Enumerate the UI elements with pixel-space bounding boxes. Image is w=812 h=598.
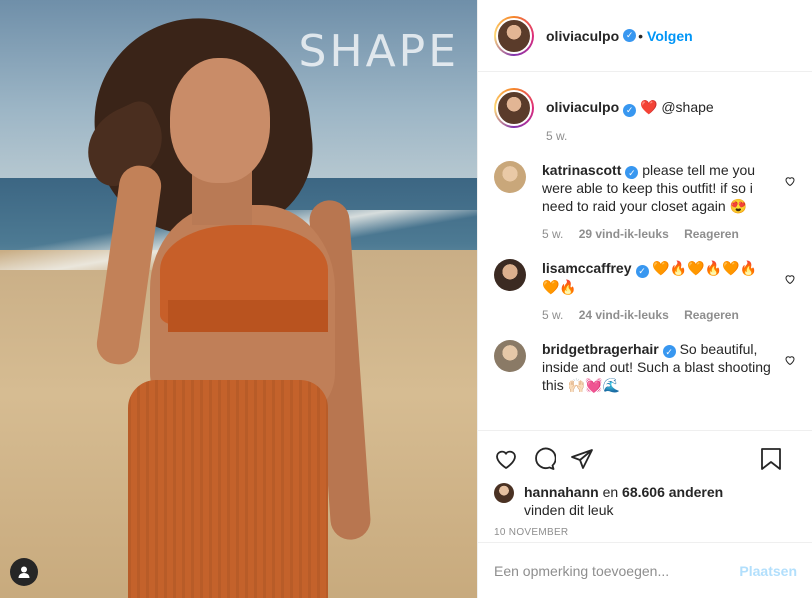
comment-icon[interactable] [532, 447, 556, 471]
comment-avatar[interactable] [494, 339, 526, 372]
post-image[interactable]: SHAPE [0, 0, 477, 598]
comment-avatar[interactable] [494, 160, 526, 193]
liker-username[interactable]: hannahann [524, 484, 599, 500]
instagram-post: SHAPE oliviaculpo ✓ • Volgen oliviaculpo… [0, 0, 812, 598]
comments-list[interactable]: oliviaculpo ✓ ❤️ @shape 5 w. katrinascott… [478, 72, 812, 430]
comment-time[interactable]: 5 w. [542, 308, 563, 322]
reply-button[interactable]: Reageren [684, 308, 739, 322]
comment-meta: 5 w. 24 vind-ik-leuks Reageren [542, 306, 772, 324]
figure-bralette-band [168, 300, 328, 332]
likes-count[interactable]: 68.606 anderen [622, 484, 723, 500]
user-tag-icon[interactable] [10, 558, 38, 586]
comment-username[interactable]: bridgetbragerhair [542, 341, 659, 357]
author-username[interactable]: oliviaculpo [546, 28, 619, 44]
comment-item: katrinascott ✓ please tell me you were ab… [494, 160, 796, 244]
comment-heart-icon[interactable] [784, 354, 796, 366]
caption-time[interactable]: 5 w. [546, 127, 776, 145]
verified-icon: ✓ [625, 166, 639, 179]
likes-suffix: vinden dit leuk [524, 502, 614, 518]
figure-skirt [128, 380, 328, 598]
comment-likes[interactable]: 29 vind-ik-leuks [579, 227, 669, 241]
verified-icon: ✓ [623, 29, 637, 42]
comment-input[interactable] [494, 562, 740, 579]
share-icon[interactable] [570, 447, 594, 471]
likes-connector: en [602, 484, 619, 500]
post-date[interactable]: 10 NOVEMBER [494, 527, 796, 538]
follow-button[interactable]: Volgen [647, 28, 693, 44]
heart-icon[interactable] [494, 447, 518, 471]
add-comment-bar: Plaatsen [478, 542, 812, 598]
header-separator: • [638, 27, 644, 44]
comment-username[interactable]: lisamccaffrey [542, 260, 632, 276]
comment-item: bridgetbragerhair ✓ So beautiful, inside … [494, 339, 796, 395]
comment-heart-icon[interactable] [784, 175, 796, 187]
verified-icon: ✓ [662, 345, 676, 358]
liker-avatar[interactable] [494, 483, 514, 503]
post-button[interactable]: Plaatsen [739, 563, 797, 579]
verified-icon: ✓ [635, 264, 649, 278]
figure-face [170, 58, 270, 183]
post-sidebar: oliviaculpo ✓ • Volgen oliviaculpo ✓ ❤️ @… [477, 0, 812, 598]
reply-button[interactable]: Reageren [684, 227, 739, 241]
caption: oliviaculpo ✓ ❤️ @shape 5 w. [494, 88, 796, 145]
likes-summary: hannahann en 68.606 anderen vinden dit l… [494, 483, 796, 519]
post-header: oliviaculpo ✓ • Volgen [478, 0, 812, 72]
caption-text: ❤️ @shape [640, 99, 714, 115]
comment-item: lisamccaffrey ✓ 🧡🔥🧡🔥🧡🔥🧡🔥 5 w. 24 vind-ik-… [494, 259, 796, 324]
comment-username[interactable]: katrinascott [542, 162, 621, 178]
comment-time[interactable]: 5 w. [542, 227, 563, 241]
author-avatar[interactable] [494, 15, 534, 56]
bookmark-icon[interactable] [760, 447, 782, 471]
caption-username[interactable]: oliviaculpo [546, 99, 619, 115]
verified-icon: ✓ [623, 103, 637, 117]
comment-meta: 5 w. 29 vind-ik-leuks Reageren [542, 225, 772, 243]
comment-likes[interactable]: 24 vind-ik-leuks [579, 308, 669, 322]
magazine-logo: SHAPE [298, 26, 459, 77]
comment-avatar[interactable] [494, 259, 526, 291]
comment-heart-icon[interactable] [784, 273, 796, 285]
caption-avatar[interactable] [494, 88, 534, 128]
